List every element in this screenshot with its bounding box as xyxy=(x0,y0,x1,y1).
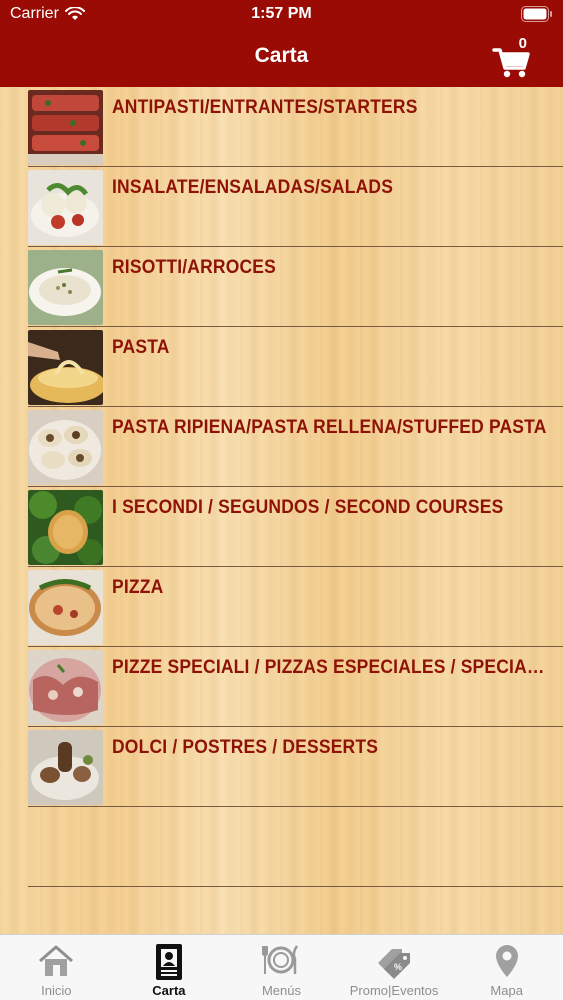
tab-carta[interactable]: Carta xyxy=(113,935,226,1000)
category-label: RISOTTI/ARROCES xyxy=(112,257,276,278)
tab-inicio[interactable]: Inicio xyxy=(0,935,113,1000)
tab-label: Carta xyxy=(152,983,186,998)
svg-text:%: % xyxy=(394,962,402,972)
category-label: PIZZA xyxy=(112,577,164,598)
category-row-secondi[interactable]: I SECONDI / SEGUNDOS / SECOND COURSES xyxy=(28,487,563,567)
tags-icon: % xyxy=(378,949,411,979)
home-icon xyxy=(39,945,74,976)
plate-cutlery-icon xyxy=(262,945,299,974)
category-label: I SECONDI / SEGUNDOS / SECOND COURSES xyxy=(112,497,504,518)
status-bar: Carrier 1:57 PM xyxy=(0,0,563,30)
tab-label: Menús xyxy=(261,983,301,998)
category-row-pizza[interactable]: PIZZA xyxy=(28,567,563,647)
tab-promo-eventos[interactable]: % Promo|Eventos xyxy=(338,935,451,1000)
map-pin-icon xyxy=(495,945,518,977)
food-thumbnail xyxy=(28,490,103,565)
category-row-pizze-speciali[interactable]: PIZZE SPECIALI / PIZZAS ESPECIALES / SPE… xyxy=(28,647,563,727)
battery-icon xyxy=(521,6,552,22)
category-row-antipasti[interactable]: ANTIPASTI/ENTRANTES/STARTERS xyxy=(28,87,563,167)
tab-label: Inicio xyxy=(41,983,72,998)
menu-card-icon xyxy=(155,944,182,980)
food-thumbnail xyxy=(28,570,103,645)
food-thumbnail xyxy=(28,730,103,805)
top-bar: Carrier 1:57 PM Carta 0 xyxy=(0,0,563,87)
food-thumbnail xyxy=(28,410,103,485)
food-thumbnail xyxy=(28,250,103,325)
tab-label: Mapa xyxy=(490,983,523,998)
food-thumbnail xyxy=(28,170,103,245)
cart-icon[interactable] xyxy=(491,40,533,82)
food-thumbnail xyxy=(28,330,103,405)
category-row-insalate[interactable]: INSALATE/ENSALADAS/SALADS xyxy=(28,167,563,247)
divider xyxy=(28,886,563,887)
food-thumbnail xyxy=(28,650,103,725)
page-title: Carta xyxy=(254,44,309,67)
status-time: 1:57 PM xyxy=(251,5,312,22)
category-label: PASTA RIPIENA/PASTA RELLENA/STUFFED PAST… xyxy=(112,417,547,438)
category-label: PASTA xyxy=(112,337,170,358)
category-row-risotti[interactable]: RISOTTI/ARROCES xyxy=(28,247,563,327)
tab-menus[interactable]: Menús xyxy=(225,935,338,1000)
tab-mapa[interactable]: Mapa xyxy=(450,935,563,1000)
food-thumbnail xyxy=(28,90,103,165)
tab-bar: Inicio Carta Menús % Promo|Eventos Mapa xyxy=(0,934,563,1000)
category-row-pasta[interactable]: PASTA xyxy=(28,327,563,407)
category-row-dolci[interactable]: DOLCI / POSTRES / DESSERTS xyxy=(28,727,563,807)
category-label: ANTIPASTI/ENTRANTES/STARTERS xyxy=(112,97,418,118)
category-label: INSALATE/ENSALADAS/SALADS xyxy=(112,177,394,198)
tab-label: Promo|Eventos xyxy=(349,983,439,998)
category-label: PIZZE SPECIALI / PIZZAS ESPECIALES / SPE… xyxy=(112,657,554,678)
category-label: DOLCI / POSTRES / DESSERTS xyxy=(112,737,379,758)
category-row-pasta-ripiena[interactable]: PASTA RIPIENA/PASTA RELLENA/STUFFED PAST… xyxy=(28,407,563,487)
